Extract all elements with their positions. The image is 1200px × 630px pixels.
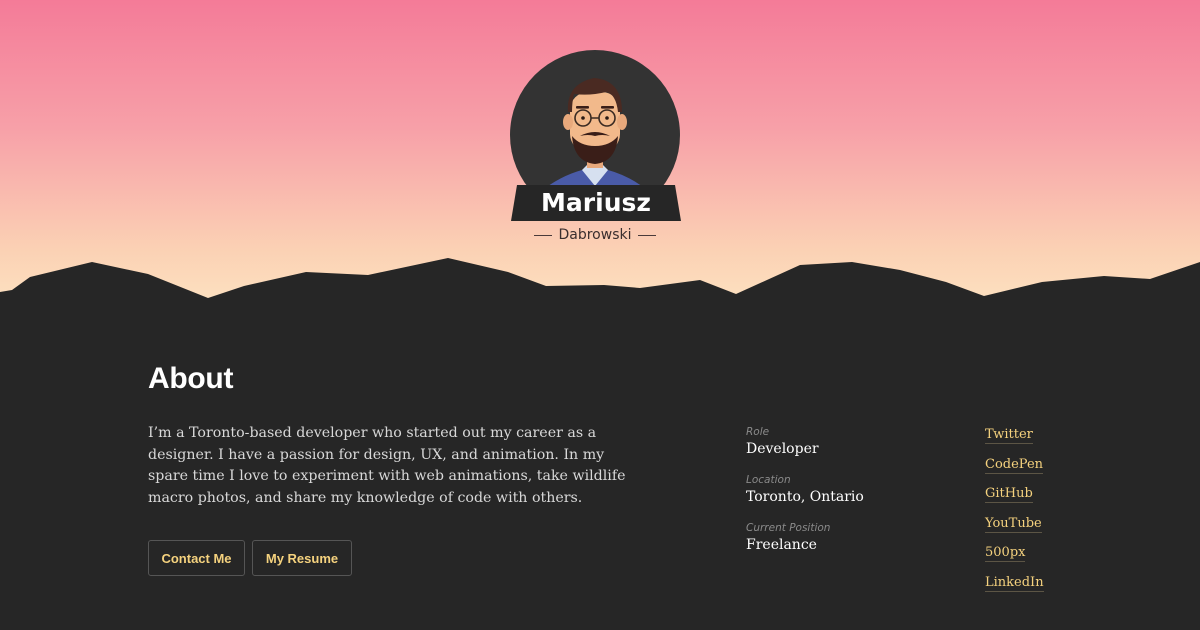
contact-me-button[interactable]: Contact Me — [148, 540, 245, 576]
role-label: Role — [746, 426, 770, 438]
about-heading: About — [148, 362, 234, 395]
linkedin-link[interactable]: LinkedIn — [985, 575, 1044, 592]
left-dash — [534, 234, 553, 236]
current-position-label: Current Position — [746, 522, 831, 534]
role-value: Developer — [746, 441, 819, 457]
github-link[interactable]: GitHub — [985, 486, 1033, 503]
name-banner: Mariusz — [511, 185, 681, 221]
twitter-link[interactable]: Twitter — [985, 427, 1033, 444]
first-name: Mariusz — [541, 188, 651, 217]
last-name: Dabrowski — [558, 227, 632, 243]
bio-text: I’m a Toronto-based developer who starte… — [148, 425, 626, 506]
youtube-link[interactable]: YouTube — [985, 516, 1042, 533]
current-position-value: Freelance — [746, 537, 817, 553]
500px-link[interactable]: 500px — [985, 545, 1026, 562]
location-label: Location — [746, 474, 791, 486]
page: Mariusz Dabrowski About I’m a Toronto-ba… — [0, 0, 1200, 630]
location-value: Toronto, Ontario — [746, 489, 864, 505]
last-name-row: Dabrowski — [500, 224, 690, 246]
right-dash — [637, 234, 656, 236]
codepen-link[interactable]: CodePen — [985, 457, 1044, 474]
my-resume-button[interactable]: My Resume — [252, 540, 352, 576]
